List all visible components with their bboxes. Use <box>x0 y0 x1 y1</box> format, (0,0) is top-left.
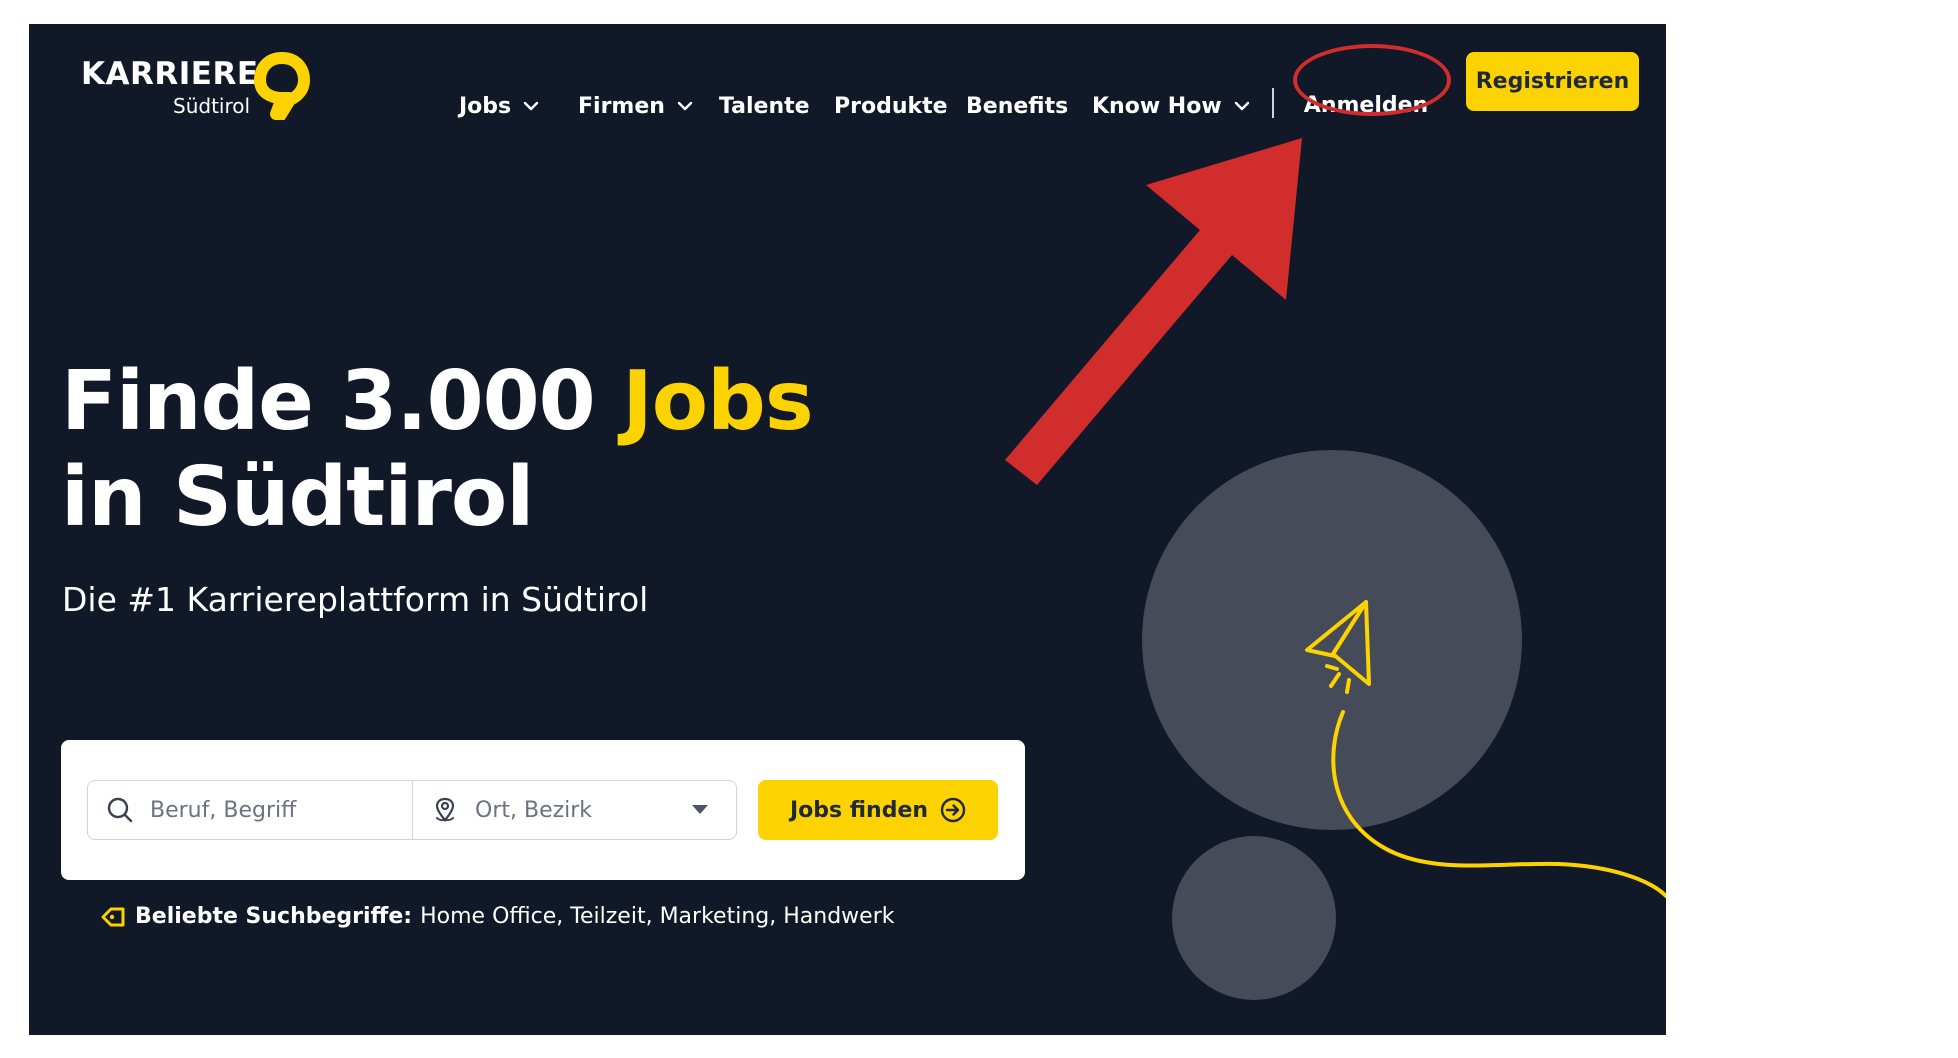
popular-term-link[interactable]: Marketing <box>660 904 770 929</box>
popular-searches: Beliebte Suchbegriffe: Home Office, Teil… <box>101 904 894 929</box>
search-card: Jobs finden <box>61 740 1025 880</box>
popular-term-link[interactable]: Home Office <box>420 904 556 929</box>
popular-term-link[interactable]: Teilzeit <box>570 904 645 929</box>
location-pin-icon <box>435 797 455 822</box>
search-icon <box>107 797 133 823</box>
location-input[interactable] <box>473 796 677 824</box>
hero-title-line2: in Südtirol <box>61 450 534 545</box>
popular-terms: Home Office, Teilzeit, Marketing, Handwe… <box>420 904 895 929</box>
search-input[interactable] <box>148 796 352 824</box>
hero-title: Finde 3.000 Jobs in Südtirol <box>61 354 814 546</box>
hero-title-accent: Jobs <box>622 354 813 449</box>
search-where-field[interactable] <box>412 780 737 840</box>
hero-subtitle: Die #1 Karriereplattform in Südtirol <box>62 580 649 619</box>
arrow-right-circle-icon <box>940 797 966 823</box>
popular-term-link[interactable]: Handwerk <box>783 904 894 929</box>
dropdown-caret-icon[interactable] <box>692 805 708 814</box>
page-frame: KARRIERE Südtirol Jobs Firmen Talente Pr… <box>29 24 1666 1035</box>
find-jobs-label: Jobs finden <box>789 797 929 823</box>
tag-icon <box>101 907 125 926</box>
popular-label: Beliebte Suchbegriffe: <box>135 904 413 929</box>
hero-title-part1: Finde 3.000 <box>61 354 623 449</box>
search-what-field[interactable] <box>87 780 413 840</box>
find-jobs-button[interactable]: Jobs finden <box>758 780 998 840</box>
